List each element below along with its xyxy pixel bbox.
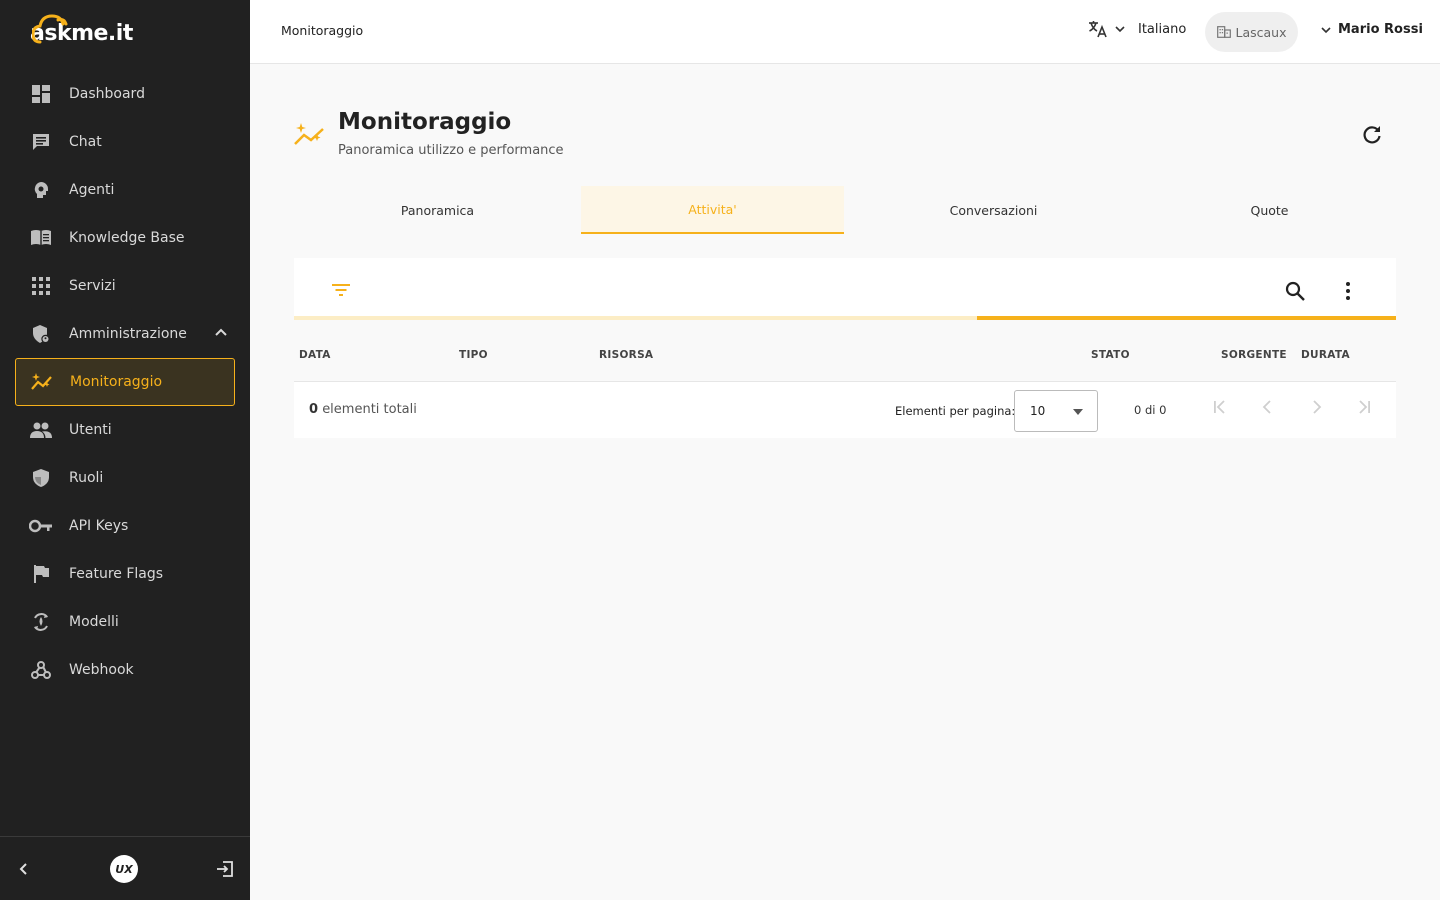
page-range: 0 di 0 bbox=[1134, 403, 1167, 417]
total-count-value: 0 bbox=[309, 402, 319, 417]
caret-down-icon bbox=[1073, 409, 1083, 415]
sidebar-footer: UX bbox=[0, 836, 250, 900]
sidebar-item-servizi[interactable]: Servizi bbox=[15, 262, 235, 310]
search-icon[interactable] bbox=[1284, 280, 1306, 302]
ux-badge-label: UX bbox=[115, 862, 133, 876]
ux-badge[interactable]: UX bbox=[110, 855, 138, 883]
monitoring-icon bbox=[294, 123, 324, 145]
key-icon bbox=[29, 514, 53, 538]
sidebar-item-label: Servizi bbox=[69, 278, 116, 294]
tab-quote[interactable]: Quote bbox=[1143, 186, 1396, 234]
tab-attivita[interactable]: Attivita' bbox=[581, 186, 844, 234]
apps-grid-icon bbox=[29, 274, 53, 298]
chevron-down-icon bbox=[1321, 26, 1331, 33]
chevron-down-icon bbox=[1115, 26, 1125, 33]
users-icon bbox=[29, 418, 53, 442]
last-page-icon[interactable] bbox=[1355, 398, 1373, 416]
user-menu[interactable]: Mario Rossi bbox=[1320, 22, 1423, 37]
breadcrumb: Monitoraggio bbox=[281, 23, 364, 38]
logout-icon[interactable] bbox=[216, 861, 234, 877]
webhook-icon bbox=[29, 658, 53, 682]
more-vertical-icon[interactable] bbox=[1338, 280, 1358, 302]
first-page-icon[interactable] bbox=[1211, 398, 1229, 416]
sidebar-item-label: Chat bbox=[69, 134, 102, 150]
per-page-label: Elementi per pagina: bbox=[895, 404, 1016, 418]
cloud-logo-icon bbox=[32, 14, 68, 44]
tab-label: Conversazioni bbox=[949, 202, 1038, 218]
chevron-left-icon[interactable] bbox=[16, 861, 32, 877]
per-page-select[interactable]: 10 bbox=[1014, 390, 1098, 432]
table-header: DATA TIPO RISORSA STATO SORGENTE DURATA bbox=[294, 320, 1396, 382]
sidebar-item-label: Webhook bbox=[69, 662, 134, 678]
sidebar-item-modelli[interactable]: Modelli bbox=[15, 598, 235, 646]
agent-icon bbox=[29, 178, 53, 202]
sidebar-item-ruoli[interactable]: Ruoli bbox=[15, 454, 235, 502]
sidebar-item-feature-flags[interactable]: Feature Flags bbox=[15, 550, 235, 598]
chevron-up-icon bbox=[215, 328, 227, 336]
app-logo[interactable]: askme.it bbox=[30, 12, 133, 46]
sidebar-item-chat[interactable]: Chat bbox=[15, 118, 235, 166]
table-toolbar bbox=[294, 258, 1396, 320]
page-title: Monitoraggio bbox=[338, 109, 512, 135]
total-count-label: elementi totali bbox=[322, 402, 417, 417]
sidebar-item-label: Knowledge Base bbox=[69, 230, 185, 246]
column-header-data[interactable]: DATA bbox=[299, 349, 331, 361]
page-subtitle: Panoramica utilizzo e performance bbox=[338, 143, 564, 158]
total-count: 0 elementi totali bbox=[309, 402, 417, 417]
sidebar-item-monitoraggio[interactable]: Monitoraggio bbox=[15, 358, 235, 406]
tab-bar: Panoramica Attivita' Conversazioni Quote bbox=[294, 186, 1396, 234]
column-header-sorgente[interactable]: SORGENTE bbox=[1221, 349, 1287, 361]
sidebar-item-label: Feature Flags bbox=[69, 566, 164, 582]
flag-icon bbox=[29, 562, 53, 586]
chat-icon bbox=[29, 130, 53, 154]
sidebar-item-agenti[interactable]: Agenti bbox=[15, 166, 235, 214]
language-label: Italiano bbox=[1138, 21, 1187, 37]
admin-shield-icon bbox=[29, 322, 53, 346]
building-icon bbox=[1216, 26, 1231, 38]
sidebar-item-amministrazione[interactable]: Amministrazione bbox=[15, 310, 235, 358]
tab-conversazioni[interactable]: Conversazioni bbox=[844, 186, 1143, 234]
activity-table: DATA TIPO RISORSA STATO SORGENTE DURATA … bbox=[294, 258, 1396, 438]
dashboard-icon bbox=[29, 82, 53, 106]
column-header-tipo[interactable]: TIPO bbox=[459, 349, 488, 361]
sidebar-item-dashboard[interactable]: Dashboard bbox=[15, 70, 235, 118]
sidebar: askme.it Dashboard Chat Agenti Knowledge… bbox=[0, 0, 250, 900]
sidebar-item-webhook[interactable]: Webhook bbox=[15, 646, 235, 694]
sidebar-item-api-keys[interactable]: API Keys bbox=[15, 502, 235, 550]
sidebar-item-label: Agenti bbox=[69, 182, 115, 198]
column-header-stato[interactable]: STATO bbox=[1091, 349, 1130, 361]
sidebar-item-label: Dashboard bbox=[69, 86, 145, 102]
user-name: Mario Rossi bbox=[1338, 22, 1423, 37]
refresh-icon[interactable] bbox=[1360, 123, 1384, 147]
sidebar-item-utenti[interactable]: Utenti bbox=[15, 406, 235, 454]
table-footer: 0 elementi totali Elementi per pagina: 1… bbox=[294, 382, 1396, 438]
sidebar-item-label: API Keys bbox=[69, 518, 129, 534]
sidebar-item-label: Amministrazione bbox=[69, 326, 187, 342]
tab-panoramica[interactable]: Panoramica bbox=[294, 186, 581, 234]
sidebar-item-label: Utenti bbox=[69, 422, 112, 438]
tab-label: Attivita' bbox=[688, 201, 737, 217]
model-icon bbox=[29, 610, 53, 634]
tenant-label: Lascaux bbox=[1235, 24, 1287, 40]
monitoring-icon bbox=[30, 370, 54, 394]
tab-label: Panoramica bbox=[400, 202, 475, 218]
column-header-durata[interactable]: DURATA bbox=[1301, 349, 1350, 361]
shield-icon bbox=[29, 466, 53, 490]
column-header-risorsa[interactable]: RISORSA bbox=[599, 349, 653, 361]
top-bar: Monitoraggio Italiano Lascaux Mario Ross… bbox=[250, 0, 1440, 64]
tenant-chip[interactable]: Lascaux bbox=[1205, 12, 1298, 52]
sidebar-item-label: Modelli bbox=[69, 614, 119, 630]
translate-icon bbox=[1089, 21, 1107, 38]
sidebar-item-knowledge-base[interactable]: Knowledge Base bbox=[15, 214, 235, 262]
tab-label: Quote bbox=[1250, 202, 1289, 218]
next-page-icon[interactable] bbox=[1307, 398, 1325, 416]
language-selector[interactable]: Italiano bbox=[1088, 20, 1186, 38]
prev-page-icon[interactable] bbox=[1259, 398, 1277, 416]
sidebar-item-label: Ruoli bbox=[69, 470, 104, 486]
filter-icon[interactable] bbox=[331, 282, 351, 298]
sidebar-item-label: Monitoraggio bbox=[70, 374, 163, 390]
book-icon bbox=[29, 226, 53, 250]
per-page-value: 10 bbox=[1030, 404, 1046, 418]
